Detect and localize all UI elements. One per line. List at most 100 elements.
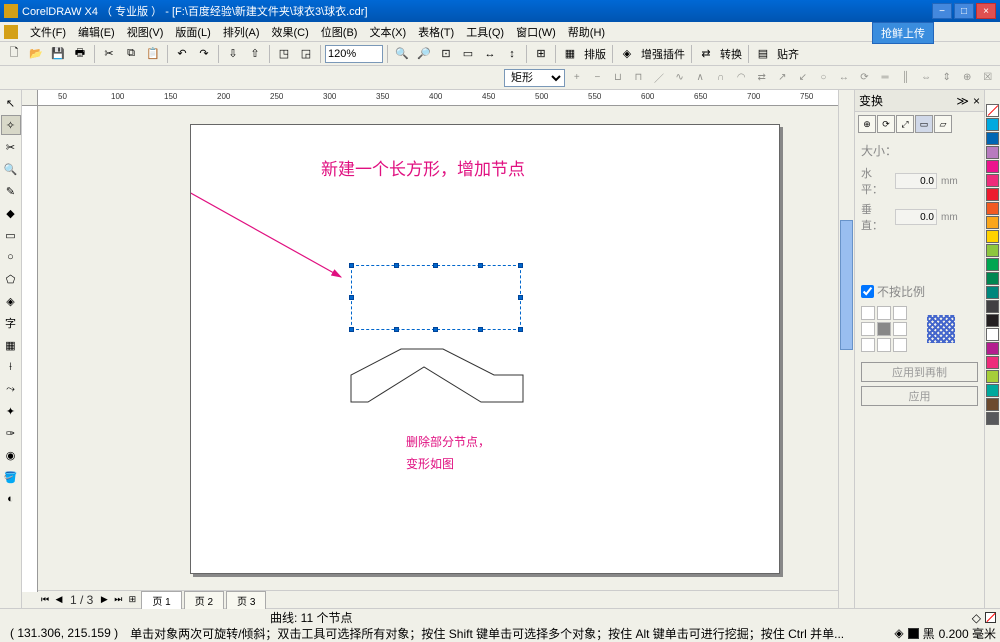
transform-rotate-icon[interactable]: ⟳ (877, 115, 895, 133)
vertical-input[interactable] (895, 209, 937, 225)
node-alignh-icon[interactable]: ═ (877, 69, 894, 87)
import-icon[interactable]: ⇩ (223, 44, 243, 64)
freehand-tool-icon[interactable]: ✎ (1, 181, 21, 201)
crop-tool-icon[interactable]: ✂ (1, 137, 21, 157)
zoom-fit-icon[interactable]: ⊡ (436, 44, 456, 64)
docker-close-icon[interactable]: × (973, 94, 980, 108)
node-cusp-icon[interactable]: ∧ (692, 69, 709, 87)
color-swatch[interactable] (986, 230, 999, 243)
color-swatch[interactable] (986, 300, 999, 313)
maximize-button[interactable]: □ (954, 3, 974, 19)
keep-ratio-checkbox[interactable]: 不按比例 (861, 283, 978, 300)
table-tool-icon[interactable]: ▦ (1, 335, 21, 355)
save-icon[interactable]: 💾 (48, 44, 68, 64)
first-page-button[interactable]: ⏮ (38, 593, 52, 607)
effects-tool-icon[interactable]: ✦ (1, 401, 21, 421)
color-swatch[interactable] (986, 202, 999, 215)
apply-button[interactable]: 应用 (861, 386, 978, 406)
ruler-origin[interactable] (22, 90, 38, 106)
eyedropper-tool-icon[interactable]: ✑ (1, 423, 21, 443)
horizontal-ruler[interactable]: 5010015020025030035040045050055060065070… (38, 90, 838, 106)
add-page-button[interactable]: ⊞ (125, 593, 139, 607)
fill-tool-icon[interactable]: 🪣 (1, 467, 21, 487)
transform-skew-icon[interactable]: ▱ (934, 115, 952, 133)
export-icon[interactable]: ⇧ (245, 44, 265, 64)
dimension-tool-icon[interactable]: ⟊ (1, 357, 21, 377)
horizontal-input[interactable] (895, 173, 937, 189)
node-smooth-icon[interactable]: ∩ (712, 69, 729, 87)
zoom-out-icon[interactable]: 🔎 (414, 44, 434, 64)
next-page-button[interactable]: ▶ (97, 593, 111, 607)
color-swatch[interactable] (986, 132, 999, 145)
transform-scale-icon[interactable]: ⤢ (896, 115, 914, 133)
prev-page-button[interactable]: ◀ (52, 593, 66, 607)
menu-版面(L)[interactable]: 版面(L) (169, 24, 216, 40)
page-tab-2[interactable]: 页 2 (184, 591, 224, 609)
color-swatch[interactable] (986, 412, 999, 425)
basicshape-tool-icon[interactable]: ◈ (1, 291, 21, 311)
no-color-swatch[interactable] (986, 104, 999, 117)
undo-icon[interactable]: ↶ (172, 44, 192, 64)
node-alignv-icon[interactable]: ║ (897, 69, 914, 87)
menu-位图(B)[interactable]: 位图(B) (315, 24, 364, 40)
fill-swatch[interactable] (985, 612, 996, 623)
color-swatch[interactable] (986, 356, 999, 369)
vertical-ruler[interactable] (22, 106, 38, 592)
outline-indicator-icon[interactable]: ◈ (894, 626, 903, 640)
menu-效果(C)[interactable]: 效果(C) (266, 24, 315, 40)
snap-icon[interactable]: ⊞ (531, 44, 551, 64)
zoom-combo[interactable] (325, 45, 383, 63)
transform-size-icon[interactable]: ▭ (915, 115, 933, 133)
vertical-scrollbar[interactable] (838, 90, 854, 608)
color-swatch[interactable] (986, 118, 999, 131)
shape-type-combo[interactable]: 矩形 (504, 69, 565, 87)
drawing-page[interactable]: 新建一个长方形，增加节点 (190, 124, 780, 574)
selected-rectangle[interactable] (351, 265, 521, 330)
scrollbar-thumb[interactable] (840, 220, 853, 350)
print-icon[interactable]: 🖶 (70, 44, 90, 64)
menu-文本(X)[interactable]: 文本(X) (363, 24, 412, 40)
zoom-tool-icon[interactable]: 🔍 (1, 159, 21, 179)
close-button[interactable]: × (976, 3, 996, 19)
anchor-grid[interactable] (861, 306, 907, 352)
color-swatch[interactable] (986, 258, 999, 271)
node-reflecth-icon[interactable]: ⇔ (918, 69, 935, 87)
shape-tool-icon[interactable]: ✧ (1, 115, 21, 135)
color-swatch[interactable] (986, 244, 999, 257)
outline-tool-icon[interactable]: ◉ (1, 445, 21, 465)
menu-视图(V)[interactable]: 视图(V) (121, 24, 170, 40)
color-swatch[interactable] (986, 272, 999, 285)
color-swatch[interactable] (986, 328, 999, 341)
color-swatch[interactable] (986, 370, 999, 383)
outline-swatch[interactable] (908, 628, 919, 639)
menu-排列(A)[interactable]: 排列(A) (217, 24, 266, 40)
node-reflectv-icon[interactable]: ⇕ (938, 69, 955, 87)
minimize-button[interactable]: − (932, 3, 952, 19)
node-extend-icon[interactable]: ↗ (774, 69, 791, 87)
text-tool-icon[interactable]: 字 (1, 313, 21, 333)
color-swatch[interactable] (986, 384, 999, 397)
apply-duplicate-button[interactable]: 应用到再制 (861, 362, 978, 382)
docker-menu-icon[interactable]: ≫ (956, 94, 969, 108)
copy-icon[interactable]: ⧉ (121, 44, 141, 64)
transform-position-icon[interactable]: ⊕ (858, 115, 876, 133)
menu-窗口(W)[interactable]: 窗口(W) (510, 24, 562, 40)
node-delete-icon[interactable]: − (589, 69, 606, 87)
menu-工具(Q)[interactable]: 工具(Q) (460, 24, 510, 40)
color-swatch[interactable] (986, 160, 999, 173)
docker-title[interactable]: 变换 ≫ × (855, 90, 984, 112)
color-swatch[interactable] (986, 188, 999, 201)
node-rotate-icon[interactable]: ⟳ (856, 69, 873, 87)
launch-icon[interactable]: ◳ (274, 44, 294, 64)
color-swatch[interactable] (986, 286, 999, 299)
color-swatch[interactable] (986, 314, 999, 327)
pick-tool-icon[interactable]: ↖ (1, 93, 21, 113)
node-reverse-icon[interactable]: ⇄ (753, 69, 770, 87)
menu-帮助(H)[interactable]: 帮助(H) (562, 24, 611, 40)
color-swatch[interactable] (986, 174, 999, 187)
rectangle-tool-icon[interactable]: ▭ (1, 225, 21, 245)
align-icon[interactable]: ▤ (753, 44, 773, 64)
page-tab-1[interactable]: 页 1 (141, 591, 181, 609)
zoom-in-icon[interactable]: 🔍 (392, 44, 412, 64)
node-curve-icon[interactable]: ∿ (671, 69, 688, 87)
